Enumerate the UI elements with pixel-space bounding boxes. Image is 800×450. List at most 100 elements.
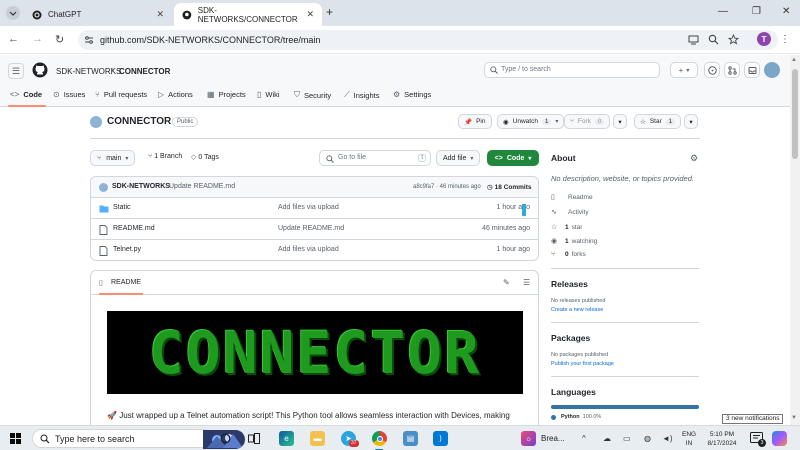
pull-requests-button[interactable]	[724, 62, 740, 78]
issues-button[interactable]	[704, 62, 720, 78]
star-menu-button[interactable]: ▾	[684, 114, 698, 129]
reload-icon[interactable]: ↻	[55, 33, 64, 46]
system-clock[interactable]: 5:10 PM 8/17/2024	[704, 430, 740, 448]
notes-app-icon[interactable]: ▤	[403, 431, 418, 446]
breadcrumb-repo[interactable]: CONNECTOR	[119, 67, 170, 76]
copilot-icon[interactable]	[772, 431, 787, 446]
commit-message[interactable]: Update README.md	[169, 183, 235, 190]
tab-pull-requests[interactable]: ⑂ Pull requests	[95, 90, 147, 99]
commits-link[interactable]: ◷ 18 Commits	[487, 183, 532, 191]
close-window-icon[interactable]: ✕	[782, 6, 790, 17]
tab-code[interactable]: <> Code	[10, 90, 42, 99]
file-commit-message[interactable]: Add files via upload	[278, 204, 339, 211]
file-commit-message[interactable]: Update README.md	[278, 225, 344, 232]
edge-browser-icon[interactable]: e	[279, 431, 294, 446]
fork-menu-button[interactable]: ▾	[613, 114, 627, 129]
address-bar[interactable]: github.com/SDK-NETWORKS/CONNECTOR/tree/m…	[78, 30, 778, 50]
stars-link[interactable]: ☆ 1 star	[551, 223, 582, 232]
install-app-icon[interactable]	[688, 34, 699, 45]
user-avatar[interactable]	[764, 62, 780, 78]
code-button[interactable]: <> Code ▾	[487, 150, 539, 166]
go-to-file-input[interactable]: Go to file t	[319, 150, 431, 166]
tab-security[interactable]: ⛉ Security	[294, 90, 331, 100]
inbox-button[interactable]	[744, 62, 760, 78]
tab-github-repo[interactable]: SDK-NETWORKS/CONNECTOR ✕	[174, 3, 322, 26]
tab-issues[interactable]: ⊙ Issues	[53, 90, 85, 99]
publish-package-link[interactable]: Publish your first package	[551, 361, 614, 367]
taskbar-app-label[interactable]: Brea...	[541, 434, 565, 443]
github-search-input[interactable]: Type / to search	[484, 62, 660, 78]
bookmark-star-icon[interactable]	[728, 34, 739, 45]
commit-author[interactable]: SDK-NETWORKS	[112, 183, 170, 190]
pin-button[interactable]: 📌 Pin	[458, 114, 492, 129]
tab-search-button[interactable]	[6, 6, 20, 20]
forward-arrow-icon[interactable]: →	[32, 33, 43, 45]
watchers-link[interactable]: ◉ 1 watching	[551, 237, 597, 246]
file-commit-message[interactable]: Add files via upload	[278, 246, 339, 253]
more-menu-icon[interactable]: ⋮	[780, 34, 790, 45]
add-file-button[interactable]: Add file ▾	[436, 150, 481, 166]
new-tab-plus-icon[interactable]: +	[326, 5, 333, 19]
site-settings-icon[interactable]	[84, 35, 94, 45]
forks-link[interactable]: ⑂ 0 forks	[551, 251, 586, 258]
outline-list-icon[interactable]: ☰	[523, 278, 530, 287]
volume-icon[interactable]: ◄)	[662, 434, 673, 443]
page-scrollbar[interactable]: ▲ ▼	[790, 55, 800, 425]
star-button[interactable]: ☆ Star 1	[634, 114, 682, 129]
file-explorer-icon[interactable]: ▬	[310, 431, 325, 446]
battery-icon[interactable]: ▭	[623, 434, 631, 443]
cortana-circle-icon[interactable]	[220, 433, 231, 444]
commit-meta[interactable]: a8c9fa7 · 46 minutes ago	[413, 184, 481, 190]
file-name[interactable]: Static	[113, 204, 131, 211]
close-icon[interactable]: ✕	[306, 9, 314, 20]
weather-news-icon[interactable]: ☼	[521, 431, 536, 446]
minimize-icon[interactable]: —	[718, 6, 728, 17]
gear-icon[interactable]: ⚙	[690, 153, 698, 164]
packages-heading[interactable]: Packages	[551, 333, 590, 343]
tab-chatgpt[interactable]: ChatGPT ✕	[24, 3, 172, 26]
cloud-icon[interactable]: ☁	[603, 434, 611, 443]
unwatch-button[interactable]: ◉ Unwatch 1 ▾	[497, 114, 565, 129]
tab-wiki[interactable]: ▯ Wiki	[257, 90, 280, 99]
tab-settings[interactable]: ⚙ Settings	[393, 90, 431, 99]
zoom-icon[interactable]	[708, 34, 719, 45]
hamburger-menu-icon[interactable]: ☰	[8, 63, 24, 79]
table-row[interactable]: Static Add files via upload 1 hour ago	[91, 198, 538, 219]
taskbar-search-box[interactable]: Type here to search	[32, 429, 245, 449]
create-new-button[interactable]: + ▾	[670, 62, 698, 78]
repo-title[interactable]: CONNECTOR	[107, 116, 171, 127]
back-arrow-icon[interactable]: ←	[8, 33, 19, 45]
tab-insights[interactable]: ⟋ Insights	[344, 90, 379, 100]
commit-author-avatar[interactable]	[99, 183, 108, 192]
tab-projects[interactable]: ▦ Projects	[207, 90, 246, 99]
releases-heading[interactable]: Releases	[551, 279, 588, 289]
url-text[interactable]: github.com/SDK-NETWORKS/CONNECTOR/tree/m…	[100, 35, 320, 45]
fork-button[interactable]: ⑂ Fork 0	[564, 114, 611, 129]
scroll-thumb[interactable]	[792, 69, 798, 159]
file-name[interactable]: README.md	[113, 225, 155, 232]
tray-chevron-up-icon[interactable]: ^	[582, 434, 586, 443]
branches-link[interactable]: ⑂ 1 Branch	[148, 153, 182, 160]
windows-start-icon[interactable]	[10, 433, 21, 444]
file-name[interactable]: Telnet.py	[113, 246, 141, 253]
tags-link[interactable]: ◇ 0 Tags	[191, 153, 219, 161]
create-release-link[interactable]: Create a new release	[551, 307, 603, 313]
restore-icon[interactable]: ❐	[752, 6, 761, 17]
table-row[interactable]: Telnet.py Add files via upload 1 hour ag…	[91, 240, 538, 260]
branch-select-button[interactable]: ⑂ main ▾	[90, 150, 136, 166]
repo-owner-avatar[interactable]	[90, 116, 102, 128]
readme-link[interactable]: ▯ Readme	[551, 193, 593, 202]
input-language[interactable]: ENG IN	[682, 430, 696, 448]
readme-tab[interactable]: README	[111, 279, 141, 286]
tab-actions[interactable]: ▷ Actions	[158, 90, 193, 99]
profile-avatar[interactable]: T	[757, 32, 771, 46]
task-view-icon[interactable]	[248, 433, 260, 444]
vscode-icon[interactable]: ⟩	[433, 431, 448, 446]
table-row[interactable]: README.md Update README.md 46 minutes ag…	[91, 219, 538, 240]
scroll-down-arrow-icon[interactable]: ▼	[791, 415, 797, 421]
language-item[interactable]: Python 100.0%	[551, 414, 601, 420]
pencil-icon[interactable]: ✎	[503, 278, 510, 287]
close-icon[interactable]: ✕	[156, 9, 164, 20]
scroll-up-arrow-icon[interactable]: ▲	[791, 57, 797, 63]
activity-link[interactable]: ∿ Activity	[551, 208, 589, 217]
